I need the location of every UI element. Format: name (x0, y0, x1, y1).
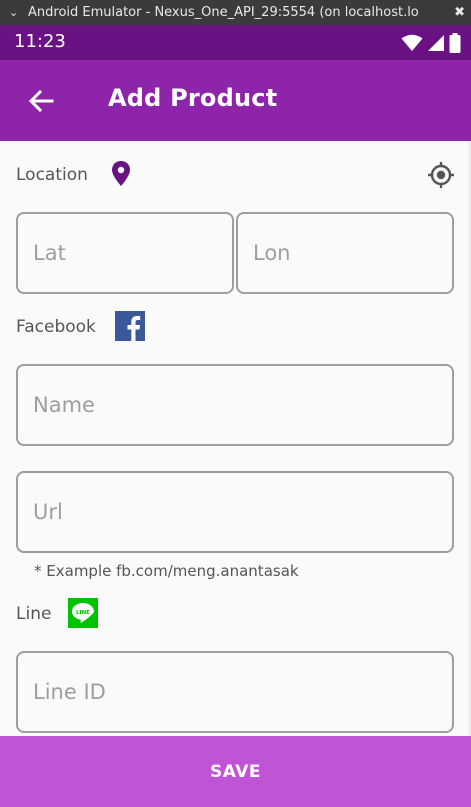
status-icons (401, 33, 461, 53)
line-label: Line (16, 604, 52, 624)
facebook-url-placeholder: Url (33, 500, 63, 524)
save-button[interactable]: SAVE (0, 736, 471, 807)
save-button-label: SAVE (209, 761, 262, 782)
svg-text:LINE: LINE (76, 610, 90, 616)
facebook-icon (115, 311, 145, 341)
signal-icon (428, 35, 444, 51)
lon-placeholder: Lon (253, 241, 291, 265)
app-bar: Add Product (0, 60, 471, 141)
window-menu-chevron-icon[interactable]: ⌄ (9, 0, 18, 25)
status-time: 11:23 (14, 31, 66, 52)
window-title: Android Emulator - Nexus_One_API_29:5554… (28, 5, 419, 20)
facebook-url-hint: * Example fb.com/meng.anantasak (34, 562, 299, 580)
page-title: Add Product (108, 84, 278, 112)
window-close-icon[interactable]: ✖ (454, 0, 465, 25)
lat-input[interactable]: Lat (16, 212, 234, 294)
form-content[interactable]: Location Lat Lon Facebook Name Url * Exa… (0, 141, 471, 736)
lon-input[interactable]: Lon (236, 212, 454, 294)
my-location-icon[interactable] (427, 161, 455, 189)
line-id-placeholder: Line ID (33, 680, 106, 704)
facebook-url-input[interactable]: Url (16, 471, 454, 553)
lat-placeholder: Lat (33, 241, 66, 265)
wifi-icon (401, 34, 423, 51)
battery-icon (449, 33, 461, 53)
facebook-name-placeholder: Name (33, 393, 95, 417)
line-id-input[interactable]: Line ID (16, 651, 454, 733)
location-label: Location (16, 165, 88, 185)
line-icon: LINE (68, 598, 98, 628)
facebook-label: Facebook (16, 317, 96, 337)
facebook-name-input[interactable]: Name (16, 364, 454, 446)
status-bar: 11:23 (0, 25, 471, 60)
scroll-edge-shadow (467, 141, 471, 736)
location-pin-icon (112, 161, 130, 186)
arrow-back-icon[interactable] (26, 86, 56, 116)
emulator-title-bar: ⌄ Android Emulator - Nexus_One_API_29:55… (0, 0, 471, 25)
